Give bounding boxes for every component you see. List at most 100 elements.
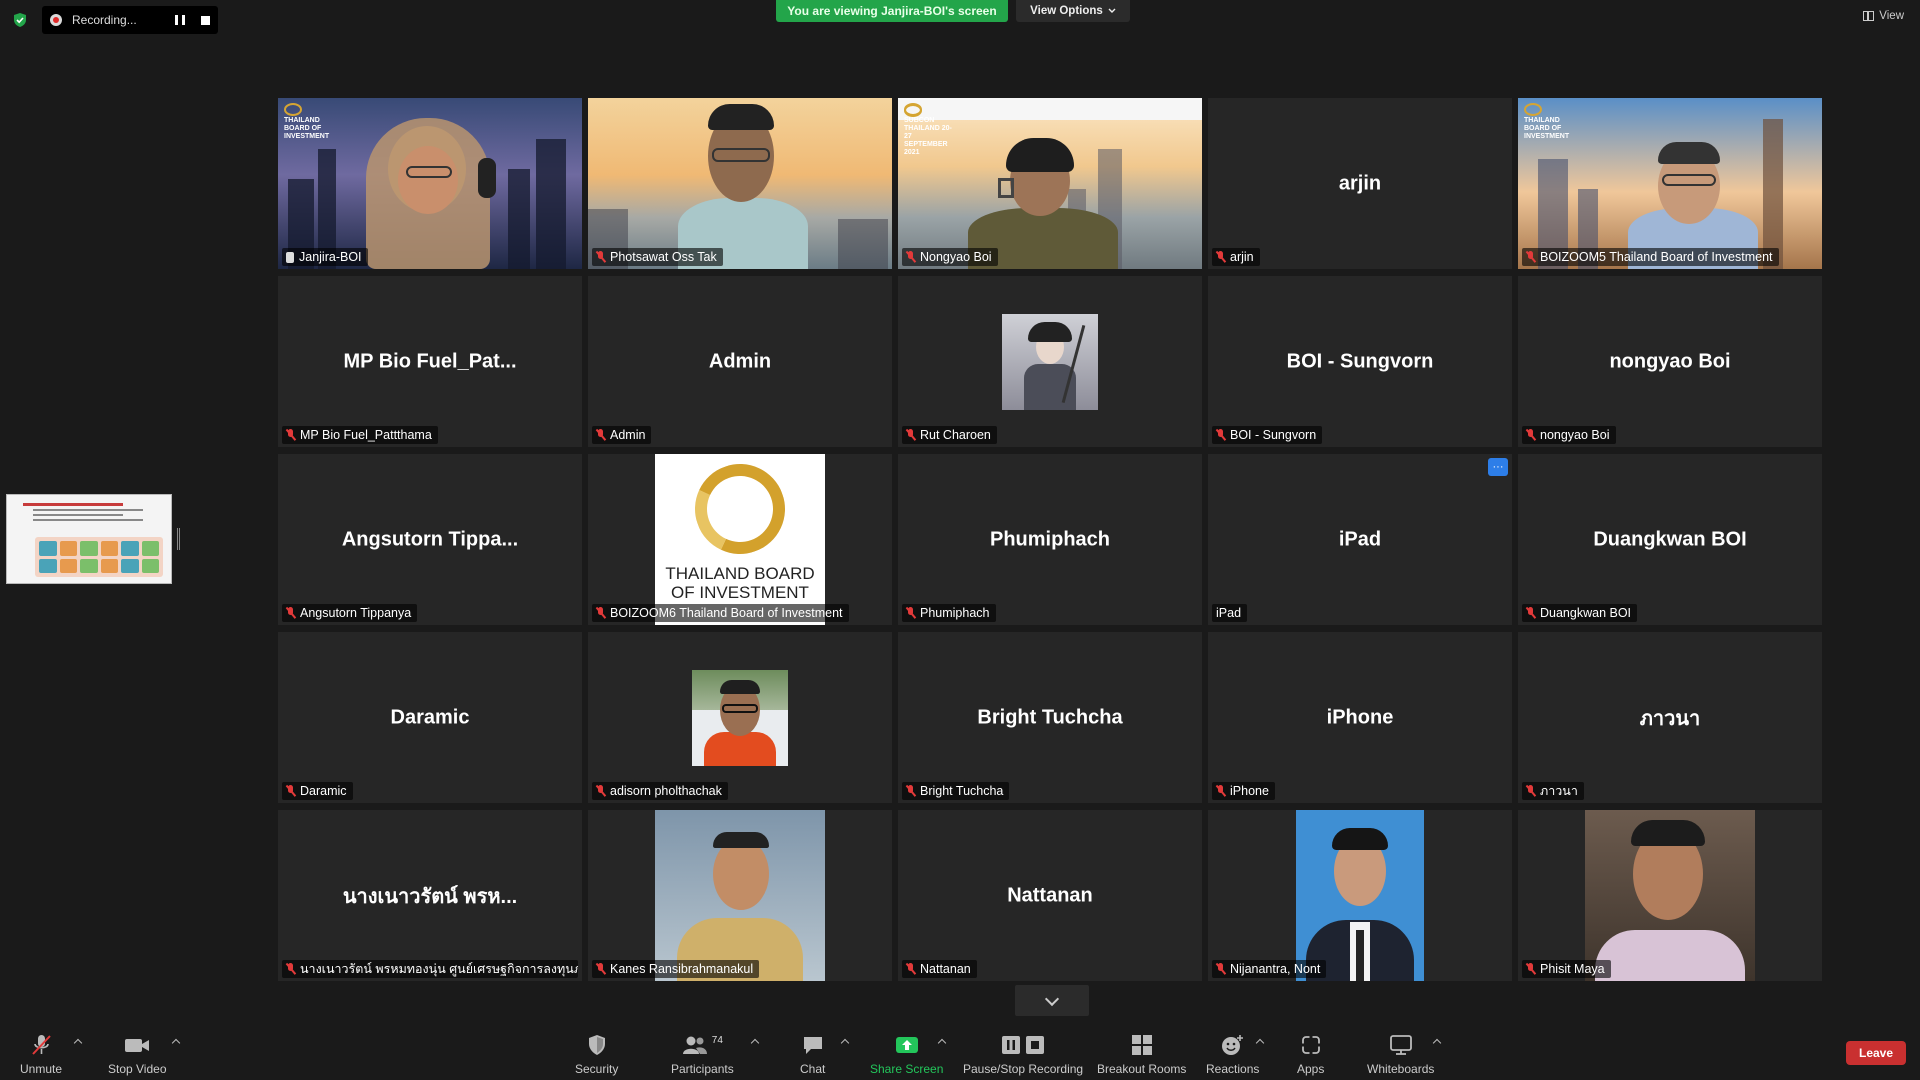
participant-name-label: Kanes Ransibrahmanakul: [592, 960, 760, 978]
participant-tile[interactable]: MP Bio Fuel_Pat... MP Bio Fuel_Pattthama: [278, 276, 582, 447]
participant-tile[interactable]: Duangkwan BOI Duangkwan BOI: [1518, 454, 1822, 625]
participant-tile[interactable]: Phumiphach Phumiphach: [898, 454, 1202, 625]
participant-tile[interactable]: BOI - Sungvorn BOI - Sungvorn: [1208, 276, 1512, 447]
recording-dot-icon: [50, 14, 62, 26]
participant-name-label: Janjira-BOI: [282, 248, 368, 266]
pause-stop-recording-button[interactable]: Pause/Stop Recording: [963, 1034, 1083, 1076]
apps-label: Apps: [1297, 1062, 1325, 1076]
chevron-down-icon: [1108, 8, 1116, 13]
participant-name: Rut Charoen: [920, 428, 991, 442]
participant-tile[interactable]: Kanes Ransibrahmanakul: [588, 810, 892, 981]
unmute-button[interactable]: Unmute: [20, 1034, 62, 1076]
participant-tile[interactable]: Admin Admin: [588, 276, 892, 447]
participant-tile[interactable]: Nattanan Nattanan: [898, 810, 1202, 981]
muted-microphone-icon: [1526, 963, 1535, 975]
video-camera-icon: [125, 1039, 150, 1052]
participant-name-label: Rut Charoen: [902, 426, 997, 444]
participant-tile[interactable]: adisorn pholthachak: [588, 632, 892, 803]
participant-display-name: ภาวนา: [1639, 707, 1701, 730]
chat-button[interactable]: Chat: [800, 1034, 825, 1076]
audio-options-caret-icon[interactable]: [73, 1038, 83, 1048]
muted-microphone-icon: [596, 251, 605, 263]
participant-name-label: iPhone: [1212, 782, 1275, 800]
muted-microphone-icon: [596, 429, 605, 441]
participant-tile[interactable]: THAILAND BOARD OF INVESTMENT BOIZOOM6 Th…: [588, 454, 892, 625]
participant-tile[interactable]: arjin arjin: [1208, 98, 1512, 269]
meeting-toolbar: Unmute Stop Video Security 74 Participan…: [0, 1020, 1920, 1080]
whiteboards-label: Whiteboards: [1367, 1062, 1435, 1076]
muted-microphone-icon: [1526, 251, 1535, 263]
participant-tile[interactable]: Daramic Daramic: [278, 632, 582, 803]
more-options-button[interactable]: ···: [1488, 458, 1508, 476]
viewing-screen-banner: You are viewing Janjira-BOI's screen: [776, 0, 1008, 22]
breakout-rooms-button[interactable]: Breakout Rooms: [1097, 1034, 1186, 1076]
chat-caret-icon[interactable]: [840, 1038, 850, 1048]
participant-tile[interactable]: THAILAND BOARD OF INVESTMENT Janjira-BOI: [278, 98, 582, 269]
view-button[interactable]: View: [1863, 10, 1904, 22]
participant-display-name: Nattanan: [1007, 884, 1093, 906]
participant-tile[interactable]: iPhone iPhone: [1208, 632, 1512, 803]
participant-name-label: nongyao Boi: [1522, 426, 1616, 444]
participant-tile[interactable]: iPad ··· iPad: [1208, 454, 1512, 625]
security-button[interactable]: Security: [575, 1034, 618, 1076]
shared-screen-thumbnail[interactable]: [6, 494, 172, 584]
participant-tile[interactable]: nongyao Boi nongyao Boi: [1518, 276, 1822, 447]
nijanantra-portrait-image: [1296, 810, 1424, 981]
participant-tile[interactable]: Angsutorn Tippa... Angsutorn Tippanya: [278, 454, 582, 625]
unmute-label: Unmute: [20, 1062, 63, 1076]
stop-recording-icon[interactable]: [201, 15, 210, 25]
leave-button[interactable]: Leave: [1846, 1041, 1906, 1065]
muted-microphone-icon: [286, 963, 295, 975]
participants-caret-icon[interactable]: [750, 1038, 760, 1048]
participant-name: Photsawat Oss Tak: [610, 250, 717, 264]
apps-button[interactable]: Apps: [1297, 1034, 1324, 1076]
microphone-muted-icon: [32, 1035, 51, 1055]
muted-microphone-icon: [906, 251, 915, 263]
participant-display-name: Phumiphach: [989, 528, 1110, 550]
share-screen-button[interactable]: Share Screen: [870, 1034, 943, 1076]
video-options-caret-icon[interactable]: [171, 1038, 181, 1048]
participant-name: Kanes Ransibrahmanakul: [610, 962, 754, 976]
participant-tile[interactable]: Rut Charoen: [898, 276, 1202, 447]
apps-icon: [1300, 1035, 1321, 1055]
participant-tile[interactable]: ภาวนา ภาวนา: [1518, 632, 1822, 803]
participant-name: BOIZOOM5 Thailand Board of Investment: [1540, 250, 1773, 264]
muted-microphone-icon: [1526, 429, 1535, 441]
participant-name-label: Phumiphach: [902, 604, 996, 622]
reactions-button[interactable]: Reactions: [1206, 1034, 1259, 1076]
participant-tile[interactable]: THAILAND BOARD OF INVESTMENT BOIZOOM5 Tha…: [1518, 98, 1822, 269]
stop-video-button[interactable]: Stop Video: [108, 1034, 167, 1076]
participant-name: adisorn pholthachak: [610, 784, 722, 798]
whiteboards-button[interactable]: Whiteboards: [1367, 1034, 1434, 1076]
stop-video-label: Stop Video: [108, 1062, 167, 1076]
participant-tile[interactable]: Bright Tuchcha Bright Tuchcha: [898, 632, 1202, 803]
participant-name: Phisit Maya: [1540, 962, 1605, 976]
pause-recording-icon[interactable]: [175, 15, 185, 25]
participant-tile[interactable]: SUBCON THAILAND 20-27 SEPTEMBER 2021 Nong…: [898, 98, 1202, 269]
muted-microphone-icon: [1216, 963, 1225, 975]
participants-button[interactable]: 74 Participants: [671, 1034, 734, 1077]
participant-name-label: Nattanan: [902, 960, 977, 978]
thumbnail-resize-handle[interactable]: [177, 528, 180, 550]
participant-tile[interactable]: Photsawat Oss Tak: [588, 98, 892, 269]
brand-overlay-text: THAILAND BOARD OF INVESTMENT: [284, 103, 332, 141]
participant-display-name: Angsutorn Tippa...: [341, 528, 519, 550]
view-options-button[interactable]: View Options: [1016, 0, 1130, 22]
participants-label: Participants: [671, 1062, 734, 1076]
collapse-gallery-button[interactable]: [1015, 985, 1089, 1016]
breakout-rooms-icon: [1131, 1035, 1152, 1055]
participant-name: Janjira-BOI: [299, 250, 362, 264]
reactions-smiley-icon: [1221, 1035, 1243, 1055]
muted-microphone-icon: [596, 607, 605, 619]
security-shield-icon[interactable]: [12, 12, 28, 28]
participant-tile[interactable]: นางเนาวรัตน์ พรห... นางเนาวรัตน์ พรหมทองน…: [278, 810, 582, 981]
participant-tile[interactable]: Phisit Maya: [1518, 810, 1822, 981]
kanes-portrait-image: [655, 810, 825, 981]
pin-icon: [286, 251, 294, 263]
participant-name-label: Phisit Maya: [1522, 960, 1611, 978]
participant-name-label: Daramic: [282, 782, 353, 800]
participant-name-label: ภาวนา: [1522, 782, 1584, 800]
participant-name-label: Angsutorn Tippanya: [282, 604, 418, 622]
share-screen-icon: [895, 1037, 918, 1053]
participant-tile[interactable]: Nijanantra, Nont: [1208, 810, 1512, 981]
